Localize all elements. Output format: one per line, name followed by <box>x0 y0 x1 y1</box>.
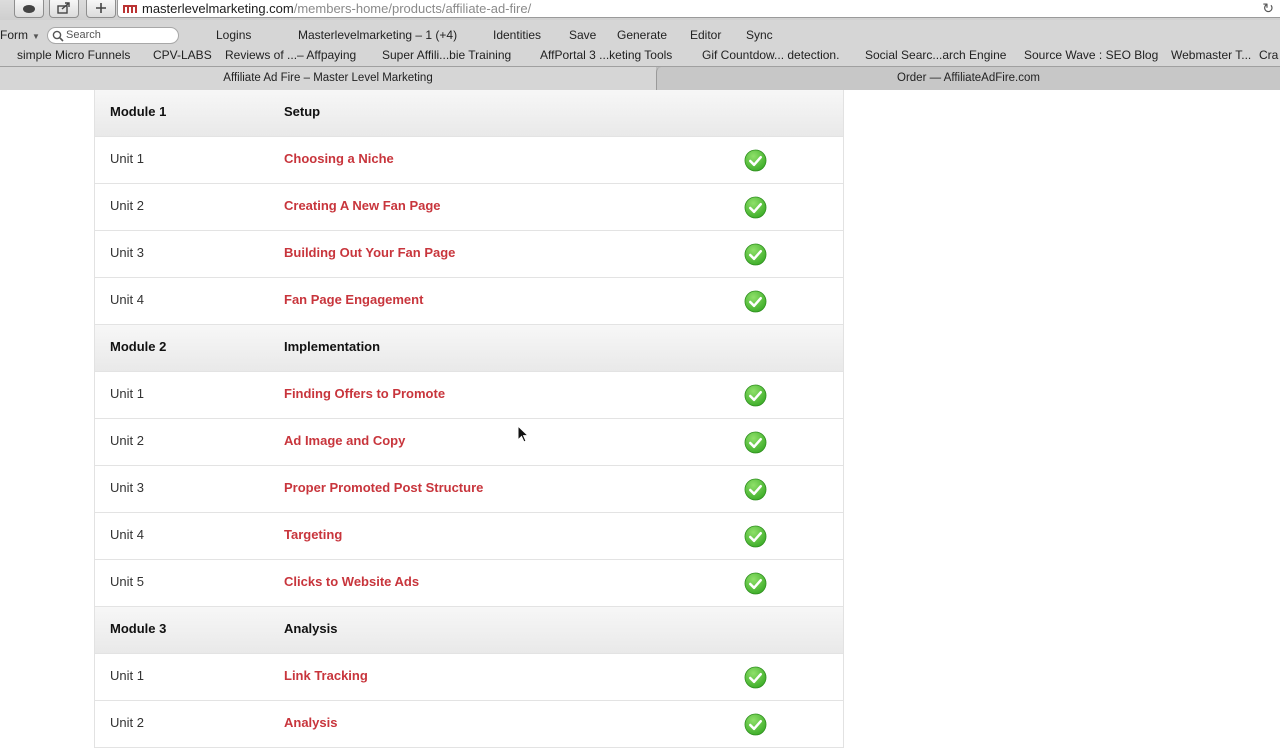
unit-number: Unit 2 <box>110 433 144 448</box>
unit-row[interactable]: Unit 1 Finding Offers to Promote <box>95 372 843 419</box>
reload-icon[interactable]: ↻ <box>1262 0 1274 17</box>
page-content: Module 1 Setup Unit 1 Choosing a Niche Unit … <box>0 90 1280 748</box>
bookmark-item[interactable]: Source Wave : SEO Blog <box>1024 48 1158 62</box>
url-path: /members-home/products/affiliate-ad-fire… <box>293 1 532 16</box>
module-header-row: Module 2 Implementation <box>95 325 843 372</box>
share-icon <box>57 1 70 14</box>
check-circle-icon <box>744 713 767 736</box>
unit-row[interactable]: Unit 4 Fan Page Engagement <box>95 278 843 325</box>
toolbar-save[interactable]: Save <box>569 28 596 42</box>
bookmark-item[interactable]: AffPortal 3 ...keting Tools <box>540 48 672 62</box>
check-circle-icon <box>744 572 767 595</box>
unit-title-link[interactable]: Finding Offers to Promote <box>284 386 445 401</box>
toolbar-logins[interactable]: Logins <box>216 28 251 42</box>
bookmark-item[interactable]: Cra <box>1259 48 1278 62</box>
unit-row[interactable]: Unit 3 Proper Promoted Post Structure <box>95 466 843 513</box>
check-circle-icon <box>744 384 767 407</box>
unit-number: Unit 1 <box>110 386 144 401</box>
unit-row[interactable]: Unit 1 Choosing a Niche <box>95 137 843 184</box>
form-menu-label: Form <box>0 28 28 42</box>
module-title: Analysis <box>284 621 338 636</box>
unit-row[interactable]: Unit 2 Creating A New Fan Page <box>95 184 843 231</box>
address-bar[interactable]: masterlevelmarketing.com/members-home/pr… <box>117 0 1280 18</box>
share-button[interactable] <box>49 0 79 18</box>
unit-row[interactable]: Unit 5 Clicks to Website Ads <box>95 560 843 607</box>
bookmarks-bar: simple Micro Funnels CPV-LABS Reviews of… <box>0 45 1280 65</box>
bookmark-item[interactable]: simple Micro Funnels <box>17 48 130 62</box>
browser-chrome: masterlevelmarketing.com/members-home/pr… <box>0 0 1280 90</box>
unit-title-link[interactable]: Clicks to Website Ads <box>284 574 419 589</box>
unit-row[interactable]: Unit 1 Link Tracking <box>95 654 843 701</box>
bookmark-item[interactable]: CPV-LABS <box>153 48 212 62</box>
module-number: Module 1 <box>110 104 167 119</box>
url-domain: masterlevelmarketing.com <box>142 1 294 16</box>
plus-icon <box>96 2 106 13</box>
module-title: Implementation <box>284 339 381 354</box>
cloud-icon <box>23 4 35 13</box>
unit-title-link[interactable]: Proper Promoted Post Structure <box>284 480 483 495</box>
unit-number: Unit 1 <box>110 668 144 683</box>
unit-row[interactable]: Unit 4 Targeting <box>95 513 843 560</box>
toolbar-generate[interactable]: Generate <box>617 28 667 42</box>
unit-row[interactable]: Unit 2 Analysis <box>95 701 843 748</box>
navigation-bar: masterlevelmarketing.com/members-home/pr… <box>0 0 1280 20</box>
toolbar-identities[interactable]: Identities <box>493 28 541 42</box>
search-icon <box>52 30 64 42</box>
module-number: Module 2 <box>110 339 167 354</box>
unit-title-link[interactable]: Targeting <box>284 527 342 542</box>
unit-number: Unit 3 <box>110 245 144 260</box>
mouse-cursor-icon <box>517 425 529 443</box>
bookmark-item[interactable]: Reviews of ...– Affpaying <box>225 48 356 62</box>
check-circle-icon <box>744 196 767 219</box>
unit-number: Unit 1 <box>110 151 144 166</box>
unit-title-link[interactable]: Ad Image and Copy <box>284 433 405 448</box>
bookmark-item[interactable]: Gif Countdow... detection. <box>702 48 839 62</box>
check-circle-icon <box>744 243 767 266</box>
module-number: Module 3 <box>110 621 167 636</box>
unit-title-link[interactable]: Choosing a Niche <box>284 151 394 166</box>
caret-down-icon: ▼ <box>32 32 40 41</box>
module-header-row: Module 1 Setup <box>95 90 843 137</box>
unit-title-link[interactable]: Building Out Your Fan Page <box>284 245 455 260</box>
bookmark-item[interactable]: Webmaster T... <box>1171 48 1251 62</box>
module-header-row: Module 3 Analysis <box>95 607 843 654</box>
check-circle-icon <box>744 525 767 548</box>
unit-row[interactable]: Unit 2 Ad Image and Copy <box>95 419 843 466</box>
extension-toolbar: Form ▼ Search Logins Masterlevelmarketing… <box>0 23 1280 46</box>
check-circle-icon <box>744 478 767 501</box>
url-text: masterlevelmarketing.com/members-home/pr… <box>142 0 532 17</box>
unit-number: Unit 2 <box>110 198 144 213</box>
search-placeholder: Search <box>66 29 101 41</box>
unit-number: Unit 4 <box>110 292 144 307</box>
check-circle-icon <box>744 290 767 313</box>
tab-order[interactable]: Order — AffiliateAdFire.com <box>656 67 1280 90</box>
tab-affiliate-ad-fire[interactable]: Affiliate Ad Fire – Master Level Marketi… <box>0 67 656 90</box>
tab-bar: Affiliate Ad Fire – Master Level Marketi… <box>0 66 1280 90</box>
check-circle-icon <box>744 149 767 172</box>
unit-title-link[interactable]: Fan Page Engagement <box>284 292 423 307</box>
toolbar-search-input[interactable]: Search <box>47 27 179 44</box>
site-favicon-icon <box>123 5 137 13</box>
new-tab-button[interactable] <box>86 0 116 18</box>
toolbar-sync[interactable]: Sync <box>746 28 773 42</box>
unit-title-link[interactable]: Link Tracking <box>284 668 368 683</box>
unit-row[interactable]: Unit 3 Building Out Your Fan Page <box>95 231 843 278</box>
bookmark-item[interactable]: Super Affili...bie Training <box>382 48 511 62</box>
toolbar-account-selector[interactable]: Masterlevelmarketing – 1 (+4) <box>298 28 457 42</box>
check-circle-icon <box>744 666 767 689</box>
form-menu[interactable]: Form ▼ <box>0 28 40 42</box>
toolbar-editor[interactable]: Editor <box>690 28 721 42</box>
module-title: Setup <box>284 104 321 119</box>
unit-number: Unit 3 <box>110 480 144 495</box>
unit-number: Unit 2 <box>110 715 144 730</box>
bookmark-item[interactable]: Social Searc...arch Engine <box>865 48 1006 62</box>
unit-title-link[interactable]: Creating A New Fan Page <box>284 198 441 213</box>
safari-reader-button[interactable] <box>14 0 44 18</box>
unit-number: Unit 5 <box>110 574 144 589</box>
course-module-table: Module 1 Setup Unit 1 Choosing a Niche Unit … <box>94 90 844 748</box>
check-circle-icon <box>744 431 767 454</box>
unit-title-link[interactable]: Analysis <box>284 715 337 730</box>
unit-number: Unit 4 <box>110 527 144 542</box>
